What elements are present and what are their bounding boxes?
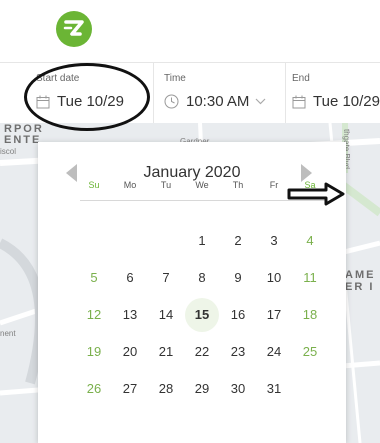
calendar-day[interactable]: 24 (256, 337, 292, 367)
calendar-day[interactable]: 27 (112, 374, 148, 404)
map-label: AME (345, 269, 376, 281)
annotation-circle (24, 63, 150, 131)
time-label: Time (164, 73, 186, 84)
calendar-day[interactable]: 18 (292, 300, 328, 330)
logo-z-icon (63, 20, 84, 36)
zipcar-logo[interactable] (56, 11, 92, 47)
annotation-arrow-icon (287, 182, 345, 206)
map-label: ER I (345, 281, 375, 293)
calendar-day[interactable]: 6 (112, 263, 148, 293)
calendar-day[interactable]: 20 (112, 337, 148, 367)
calendar-day[interactable]: 12 (76, 300, 112, 330)
chevron-down-icon (255, 98, 266, 105)
weekday-label: Su (88, 180, 100, 190)
calendar-day[interactable]: 4 (292, 226, 328, 256)
calendar-day[interactable]: 16 (220, 300, 256, 330)
calendar-day[interactable]: 8 (184, 263, 220, 293)
calendar-day[interactable]: 9 (220, 263, 256, 293)
calendar-day[interactable]: 11 (292, 263, 328, 293)
calendar-day[interactable]: 21 (148, 337, 184, 367)
calendar-day[interactable]: 1 (184, 226, 220, 256)
calendar-day[interactable]: 2 (220, 226, 256, 256)
weekday-label: Tu (160, 180, 172, 190)
time-value: 10:30 AM (186, 93, 250, 110)
calendar-day-highlighted[interactable]: 15 (185, 298, 219, 332)
calendar-day[interactable]: 30 (220, 374, 256, 404)
calendar-day[interactable]: 31 (256, 374, 292, 404)
map-label: ENTE (4, 134, 42, 146)
calendar-day[interactable]: 29 (184, 374, 220, 404)
calendar-day[interactable]: 28 (148, 374, 184, 404)
calendar-day[interactable]: 5 (76, 263, 112, 293)
top-bar (0, 0, 380, 62)
calendar-day[interactable]: 19 (76, 337, 112, 367)
end-label: End (292, 73, 310, 84)
weekday-label: Mo (123, 180, 137, 190)
calendar-day[interactable]: 25 (292, 337, 328, 367)
map-street-label: nent (0, 329, 16, 338)
calendar-day[interactable]: 14 (148, 300, 184, 330)
end-date-field[interactable]: End Tue 10/29 (285, 63, 380, 123)
calendar-day[interactable]: 10 (256, 263, 292, 293)
weekday-label: We (195, 180, 209, 190)
calendar-day[interactable]: 3 (256, 226, 292, 256)
calendar-day[interactable]: 17 (256, 300, 292, 330)
time-field[interactable]: Time 10:30 AM (153, 63, 285, 123)
calendar-day[interactable]: 7 (148, 263, 184, 293)
end-date-value: Tue 10/29 (313, 93, 380, 110)
clock-icon (164, 94, 179, 109)
calendar-icon (292, 95, 306, 109)
calendar-day[interactable]: 22 (184, 337, 220, 367)
weekday-label: Th (232, 180, 244, 190)
calendar-day[interactable]: 13 (112, 300, 148, 330)
calendar-day[interactable]: 26 (76, 374, 112, 404)
map-street-label: iscol (0, 147, 17, 156)
calendar-day[interactable]: 23 (220, 337, 256, 367)
